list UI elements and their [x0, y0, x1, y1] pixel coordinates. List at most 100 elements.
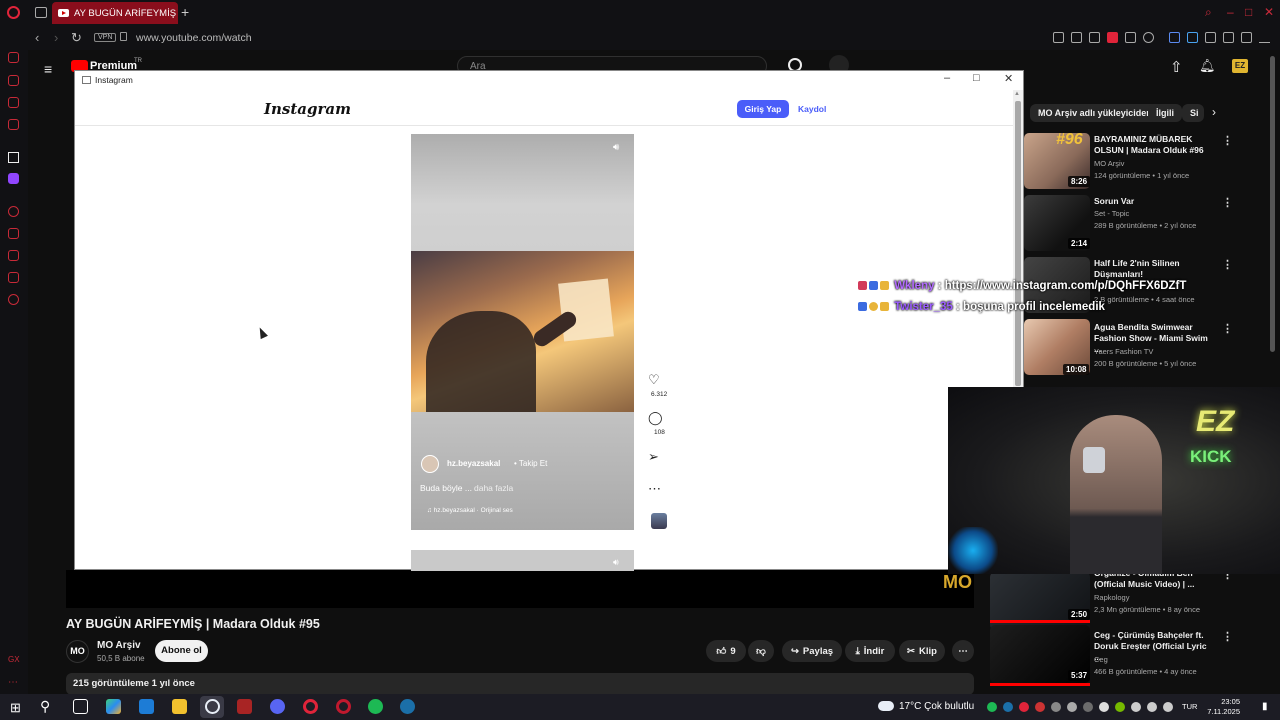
recommendation-title[interactable]: BAYRAMINIZ MÜBAREK OLSUN | Madara Olduk … [1094, 134, 1216, 156]
new-tab-button[interactable]: + [181, 4, 189, 20]
sidebar-clock-icon[interactable] [8, 272, 19, 283]
share-button[interactable]: ↪ Paylaş [782, 640, 842, 662]
sound-icon[interactable]: 🔊︎ [613, 142, 619, 153]
tray-steam-icon[interactable] [1003, 702, 1013, 712]
sidebar-more-icon[interactable]: ⋯ [8, 677, 19, 688]
tray-spotify-icon[interactable] [987, 702, 997, 712]
recommendation-channel[interactable]: MO Arşiv [1094, 159, 1224, 168]
download-button[interactable]: ⤓ İndir [845, 640, 895, 662]
sidebar-speed-dial-icon[interactable] [8, 52, 19, 63]
tray-volume-icon[interactable] [1163, 702, 1173, 712]
tray-app-icon[interactable] [1067, 702, 1077, 712]
url-field[interactable]: www.youtube.com/watch [136, 32, 252, 44]
tab-overview-icon[interactable] [35, 7, 47, 18]
popup-maximize-button[interactable]: □ [973, 72, 980, 84]
back-button[interactable]: ‹ [35, 30, 39, 45]
next-reel-preview[interactable] [411, 550, 634, 571]
browser-tab-active[interactable]: AY BUGÜN ARİFEYMİŞ | M [52, 2, 178, 24]
more-vert-icon[interactable]: ⋮ [1222, 322, 1233, 335]
sidebar-aria-icon[interactable] [8, 152, 19, 163]
recommendation-title[interactable]: Half Life 2'nin Silinen Düşmanları! [1094, 258, 1216, 280]
wallet-icon[interactable] [1241, 32, 1252, 43]
more-vert-icon[interactable]: ⋮ [1222, 196, 1233, 209]
clock[interactable]: 23:05 7.11.2025 [1206, 697, 1240, 717]
sidebar-bookmark-icon[interactable] [8, 228, 19, 239]
like-button[interactable]: 👍︎ 9 [706, 640, 746, 662]
outlook-icon[interactable] [139, 699, 154, 714]
upload-icon[interactable]: ⇧ [1170, 58, 1183, 76]
channel-avatar[interactable]: MO [66, 640, 89, 663]
sidebar-gx-icon[interactable]: GX [8, 655, 20, 666]
description-box[interactable] [66, 673, 974, 695]
video-player[interactable] [66, 570, 974, 608]
more-vert-icon[interactable]: ⋮ [1222, 630, 1233, 643]
task-view-icon[interactable] [73, 699, 88, 714]
send-icon[interactable] [1125, 32, 1136, 43]
reload-icon[interactable]: ↻ [71, 30, 82, 46]
tray-opera-icon[interactable] [1019, 702, 1029, 712]
more-actions-button[interactable]: ⋯ [952, 640, 974, 662]
channel-name[interactable]: MO Arşiv [97, 640, 141, 651]
vpn-badge[interactable]: VPN [94, 33, 117, 42]
sidebar-bag-icon[interactable] [8, 75, 19, 86]
page-scrollbar[interactable] [1270, 56, 1275, 352]
tray-app-icon[interactable] [1083, 702, 1093, 712]
spotify-icon[interactable] [368, 699, 383, 714]
weather-text[interactable]: 17°C Çok bulutlu [899, 701, 974, 712]
sidebar-twitch-icon[interactable] [8, 173, 19, 184]
translate-icon[interactable] [1187, 32, 1198, 43]
snapshot-icon[interactable] [1089, 32, 1100, 43]
sidebar-messenger-icon[interactable] [8, 97, 19, 108]
extension-shield-icon[interactable] [1107, 32, 1118, 43]
recommendation-title[interactable]: Sorun Var [1094, 196, 1216, 207]
send-icon[interactable]: ➢ [648, 449, 659, 465]
download-icon[interactable] [1223, 32, 1234, 43]
heart-icon[interactable]: ♡ [648, 372, 660, 388]
instagram-logo[interactable]: Instagram [264, 100, 351, 118]
popup-titlebar[interactable] [75, 71, 1023, 90]
extensions-icon[interactable] [1205, 32, 1216, 43]
search-icon[interactable]: ⚲ [40, 698, 50, 715]
comment-icon[interactable]: ◯ [648, 410, 663, 426]
reel-audio-label[interactable]: ♫ hz.beyazsakal · Orijinal ses [427, 507, 513, 514]
more-vert-icon[interactable]: ⋮ [1222, 258, 1233, 271]
steam-icon[interactable] [400, 699, 415, 714]
opera-gx-icon[interactable] [336, 699, 351, 714]
voicemeeter-icon[interactable] [237, 699, 252, 714]
sound-icon[interactable]: 🔊︎ [613, 557, 619, 568]
zoom-icon[interactable] [1053, 32, 1064, 43]
avatar[interactable]: EZ [1232, 59, 1248, 73]
recommendation-channel[interactable]: Set - Topic [1094, 209, 1224, 218]
reel-video-frame[interactable] [411, 251, 634, 412]
menu-icon[interactable] [1259, 32, 1270, 43]
popup-close-button[interactable]: ✕ [1004, 72, 1013, 85]
speaker-icon[interactable] [1169, 32, 1180, 43]
login-button[interactable]: Giriş Yap [737, 100, 789, 118]
subscribe-button[interactable]: Abone ol [155, 640, 208, 662]
reel-author-avatar[interactable] [421, 455, 439, 473]
reel-author-name[interactable]: hz.beyazsakal [447, 459, 500, 468]
discord-icon[interactable] [270, 699, 285, 714]
tray-mic-icon[interactable] [1099, 702, 1109, 712]
cloud-icon[interactable] [878, 701, 894, 711]
lock-icon[interactable] [120, 32, 127, 41]
sidebar-instagram-icon[interactable] [8, 119, 19, 130]
copilot-icon[interactable] [106, 699, 121, 714]
dislike-button[interactable]: 👎︎ [748, 640, 774, 662]
chip-related[interactable]: İlgili [1148, 104, 1182, 122]
language-indicator[interactable]: TUR [1182, 702, 1197, 711]
youtube-menu-icon[interactable]: ≡ [44, 61, 52, 77]
notification-icon[interactable]: ▮ [1262, 701, 1268, 712]
forward-button[interactable]: › [54, 30, 58, 45]
recommendation-channel[interactable]: Rapkology [1094, 593, 1224, 602]
sidebar-player-icon[interactable] [8, 206, 19, 217]
tray-app-icon[interactable] [1131, 702, 1141, 712]
follow-button[interactable]: • Takip Et [514, 459, 547, 468]
tray-network-icon[interactable] [1147, 702, 1157, 712]
caption-more-link[interactable]: daha fazla [474, 483, 513, 493]
chevron-right-icon[interactable]: › [1212, 105, 1216, 119]
tray-app-icon[interactable] [1051, 702, 1061, 712]
chip-uploader[interactable]: MO Arşiv adlı yükleyiciden [1030, 104, 1160, 122]
signup-link[interactable]: Kaydol [798, 104, 826, 114]
minimize-button[interactable]: – [1227, 5, 1234, 19]
